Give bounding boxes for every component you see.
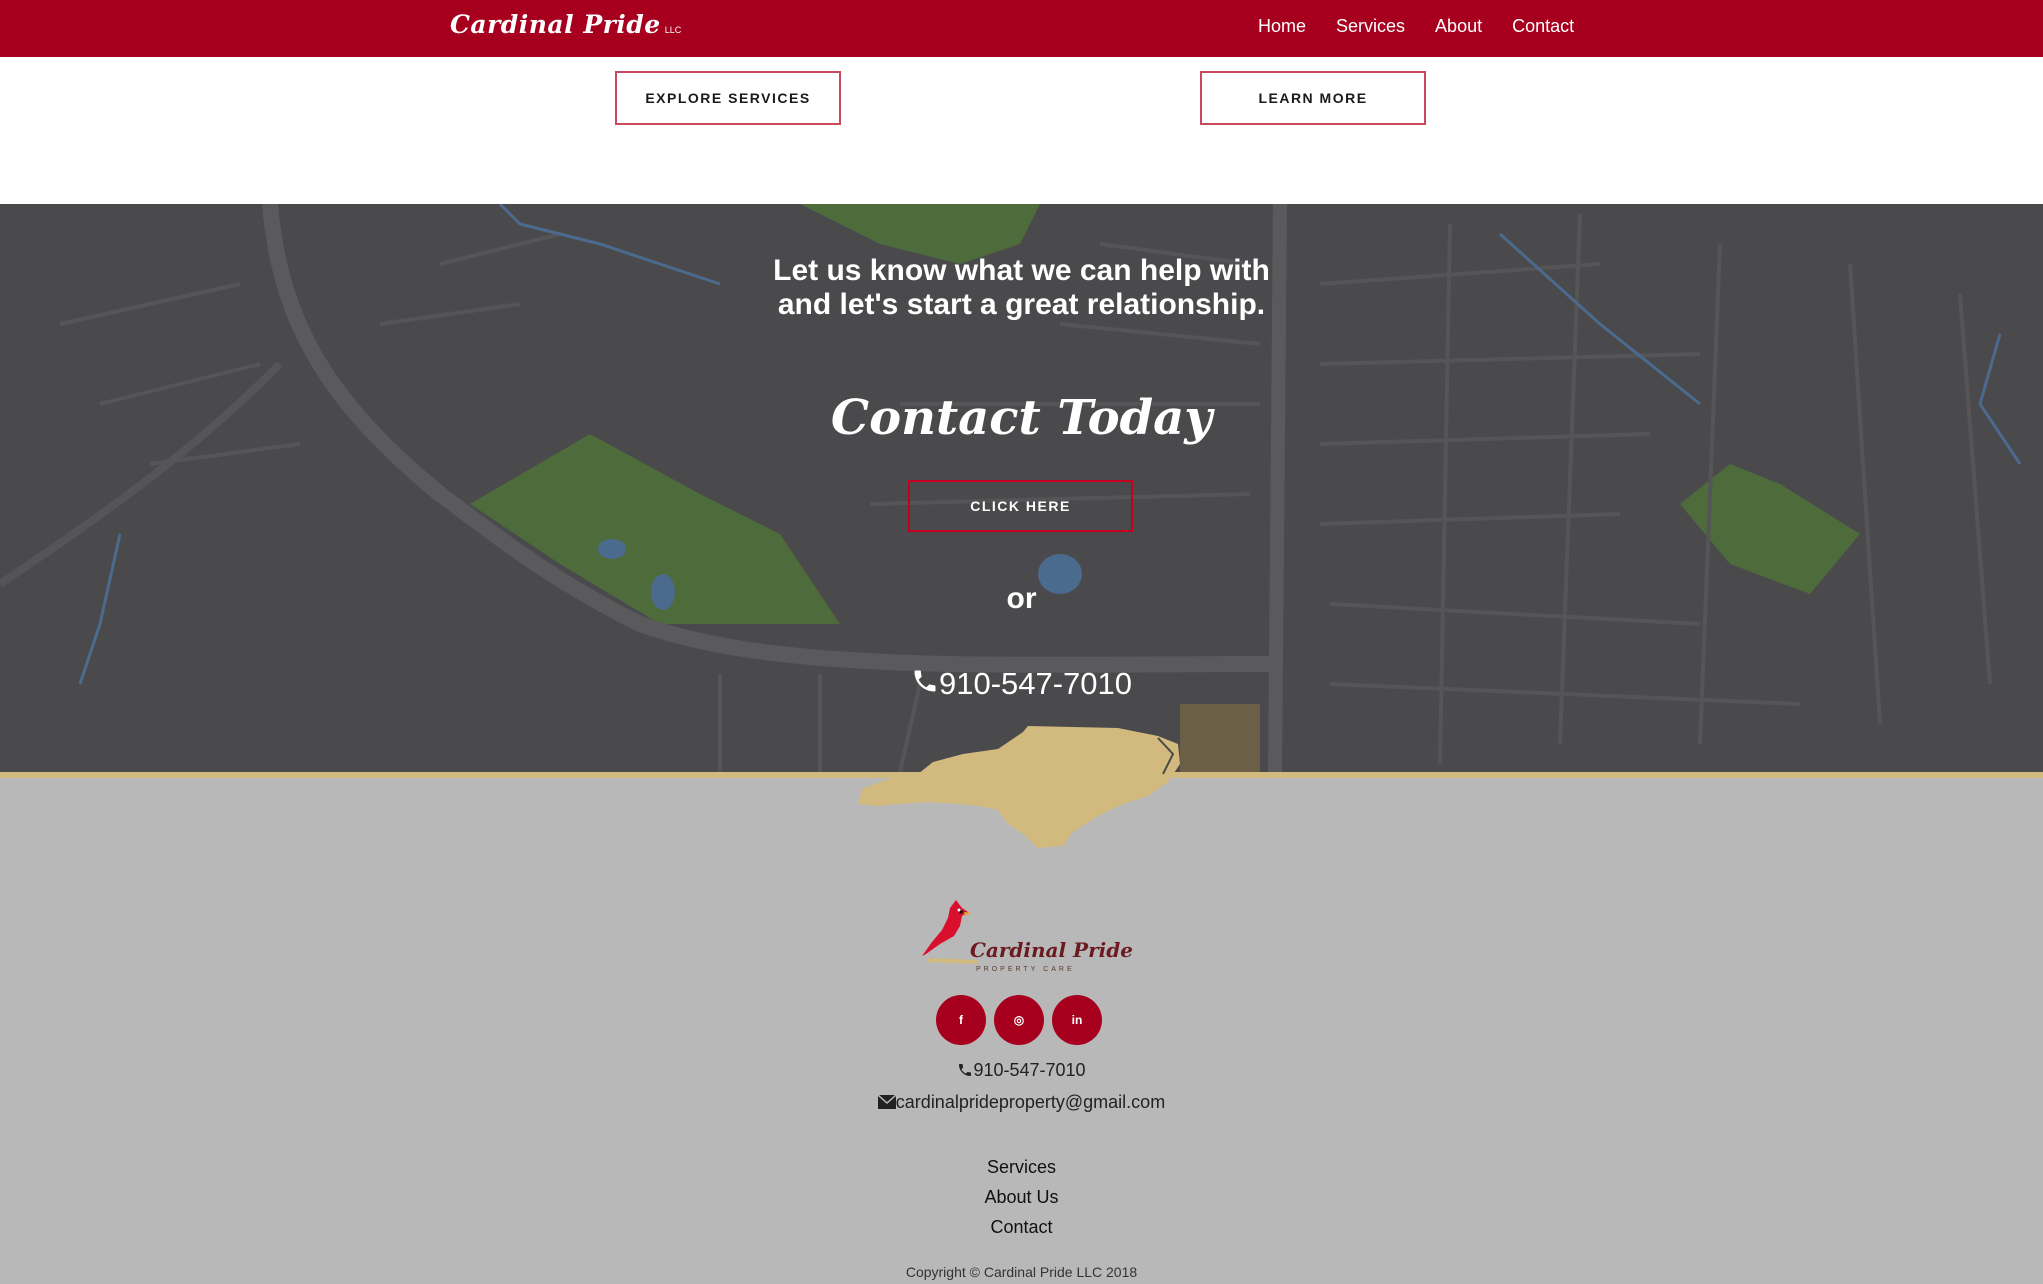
contact-headline: Let us know what we can help with and le… (0, 254, 2043, 322)
contact-map-section: Let us know what we can help with and le… (0, 204, 2043, 772)
phone-icon (911, 666, 939, 704)
footer-phone[interactable]: 910-547-7010 (0, 1060, 2043, 1081)
brand-name: Cardinal Pride (450, 10, 661, 39)
cardinal-bird-icon (922, 900, 978, 964)
footer-link-contact[interactable]: Contact (0, 1212, 2043, 1242)
footer-email[interactable]: cardinalprideproperty@gmail.com (0, 1092, 2043, 1113)
footer-phone-number: 910-547-7010 (973, 1060, 1086, 1080)
footer-logo[interactable]: Cardinal Pride PROPERTY CARE (918, 898, 1133, 990)
nav-home[interactable]: Home (1258, 16, 1306, 37)
footer-logo-tagline: PROPERTY CARE (976, 966, 1075, 973)
envelope-icon (877, 1094, 897, 1109)
footer-logo-name: Cardinal Pride (970, 938, 1133, 962)
explore-services-button[interactable]: EXPLORE SERVICES (615, 71, 841, 125)
nav-contact[interactable]: Contact (1512, 16, 1574, 37)
click-here-button[interactable]: CLICK HERE (908, 480, 1133, 532)
contact-today-title: Contact Today (830, 390, 1213, 446)
linkedin-icon[interactable]: in (1052, 995, 1102, 1045)
navbar: Cardinal Pride LLC Home Services About Co… (0, 0, 2043, 57)
footer-email-address: cardinalprideproperty@gmail.com (895, 1092, 1166, 1112)
brand-suffix: LLC (664, 25, 682, 35)
brand-logo[interactable]: Cardinal Pride LLC (450, 10, 681, 39)
nav-links: Home Services About Contact (1258, 16, 1604, 37)
or-separator: or (1006, 582, 1037, 615)
learn-more-button[interactable]: LEARN MORE (1200, 71, 1426, 125)
contact-phone-number: 910-547-7010 (938, 666, 1133, 701)
facebook-icon[interactable]: f (936, 995, 986, 1045)
social-links: f ◎ in (936, 995, 1102, 1045)
instagram-icon[interactable]: ◎ (994, 995, 1044, 1045)
contact-headline-line1: Let us know what we can help with (773, 254, 1270, 287)
phone-icon (959, 1064, 972, 1076)
footer-link-about[interactable]: About Us (0, 1182, 2043, 1212)
contact-headline-line2: and let's start a great relationship. (777, 288, 1266, 321)
footer-link-services[interactable]: Services (0, 1152, 2043, 1182)
copyright: Copyright © Cardinal Pride LLC 2018 (905, 1264, 1138, 1280)
north-carolina-map-icon (858, 726, 1180, 848)
contact-phone[interactable]: 910-547-7010 (0, 666, 2043, 704)
nav-about[interactable]: About (1435, 16, 1482, 37)
nav-services[interactable]: Services (1336, 16, 1405, 37)
footer-links: Services About Us Contact (0, 1152, 2043, 1242)
cta-strip: EXPLORE SERVICES LEARN MORE (0, 57, 2043, 204)
